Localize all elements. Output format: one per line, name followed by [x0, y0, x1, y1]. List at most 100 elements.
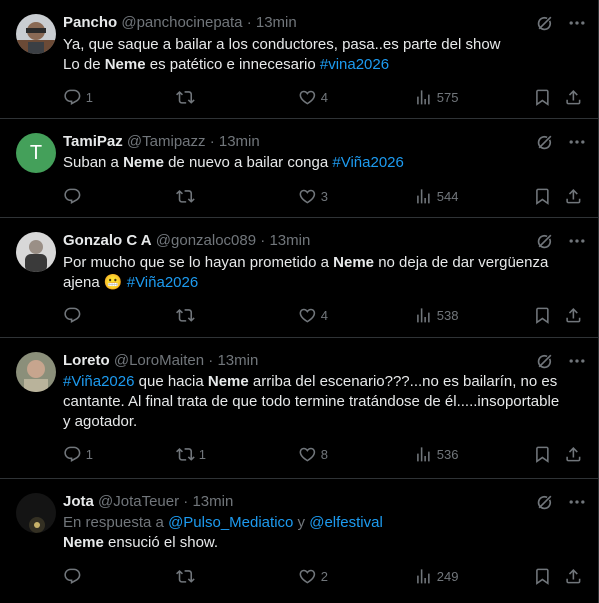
- bold-text: Neme: [207, 373, 249, 390]
- user-handle[interactable]: @gonzaloc089: [156, 232, 256, 249]
- share-button[interactable]: [564, 566, 583, 586]
- bookmark-icon: [536, 188, 549, 205]
- tweet[interactable]: Gonzalo C A @gonzaloc089 · 13min Por muc…: [0, 218, 599, 338]
- display-name[interactable]: Pancho: [63, 14, 117, 31]
- retweet-count: 1: [198, 446, 206, 462]
- share-button[interactable]: [564, 444, 583, 464]
- reply-button[interactable]: [63, 305, 86, 325]
- retweet-icon: [176, 308, 195, 322]
- more-options-icon[interactable]: [567, 132, 587, 152]
- more-options-icon[interactable]: [567, 351, 587, 371]
- tweet[interactable]: Jota @JotaTeuer · 13min En respuesta a @…: [0, 479, 599, 603]
- tweet-text: En respuesta a @Pulso_Mediatico y @elfes…: [63, 513, 583, 553]
- action-bar: 3 544: [63, 186, 587, 206]
- more-options-icon[interactable]: [567, 13, 587, 33]
- heart-icon: [299, 569, 316, 584]
- share-icon: [566, 446, 581, 462]
- tweet-header: Loreto @LoroMaiten · 13min: [63, 351, 258, 371]
- reply-button[interactable]: 1: [63, 87, 93, 107]
- grok-icon[interactable]: [535, 132, 555, 152]
- views-button[interactable]: 544: [414, 186, 458, 206]
- views: 538: [436, 307, 459, 323]
- grok-icon[interactable]: [535, 351, 555, 371]
- like-button[interactable]: 4: [298, 87, 328, 107]
- share-button[interactable]: [564, 87, 583, 107]
- like-button[interactable]: 8: [298, 444, 328, 464]
- avatar[interactable]: [16, 14, 56, 54]
- hashtag-link[interactable]: #Viña2026: [63, 373, 134, 390]
- user-handle[interactable]: @panchocinepata: [121, 14, 242, 31]
- avatar[interactable]: [16, 493, 56, 533]
- retweet-icon: [176, 90, 195, 104]
- like-count: 4: [320, 89, 328, 105]
- action-bar: 2 249: [63, 566, 587, 586]
- timestamp[interactable]: 13min: [217, 352, 258, 369]
- avatar[interactable]: [16, 232, 56, 272]
- share-button[interactable]: [564, 305, 583, 325]
- retweet-button[interactable]: [176, 87, 199, 107]
- views-button[interactable]: 536: [414, 444, 458, 464]
- tweet[interactable]: Pancho @panchocinepata · 13min Ya, que s…: [0, 0, 599, 119]
- share-button[interactable]: [564, 186, 583, 206]
- text-line: cantante. Al final trata de que todo ter…: [63, 392, 583, 412]
- tweet[interactable]: Loreto @LoroMaiten · 13min #Viña2026 que…: [0, 338, 599, 479]
- text-line: Por mucho que se lo hayan prometido a Ne…: [63, 253, 583, 273]
- retweet-icon: [176, 189, 195, 203]
- reply-button[interactable]: [63, 186, 86, 206]
- retweet-button[interactable]: 1: [176, 444, 206, 464]
- display-name[interactable]: Gonzalo C A: [63, 232, 152, 249]
- like-button[interactable]: 2: [298, 566, 328, 586]
- grok-icon[interactable]: [535, 231, 555, 251]
- bookmark-button[interactable]: [533, 444, 552, 464]
- display-name[interactable]: Jota: [63, 493, 94, 510]
- tweet[interactable]: T TamiPaz @Tamipazz · 13min Suban a Neme…: [0, 119, 599, 218]
- retweet-button[interactable]: [176, 305, 199, 325]
- views-button[interactable]: 249: [414, 566, 458, 586]
- mention-link[interactable]: @Pulso_Mediatico: [168, 514, 293, 531]
- reply-icon: [64, 307, 81, 323]
- display-name[interactable]: TamiPaz: [63, 133, 123, 150]
- views-chart-icon: [417, 307, 430, 323]
- reply-button[interactable]: 1: [63, 444, 93, 464]
- hashtag-link[interactable]: #vina2026: [320, 56, 389, 73]
- like-button[interactable]: 3: [298, 186, 328, 206]
- reply-button[interactable]: [63, 566, 86, 586]
- hashtag-link[interactable]: #Viña2026: [127, 274, 198, 291]
- action-bar: 1 4 575: [63, 87, 587, 107]
- views: 249: [436, 568, 459, 584]
- bold-text: Neme: [333, 254, 375, 271]
- tweet-header: Jota @JotaTeuer · 13min: [63, 492, 233, 512]
- bookmark-button[interactable]: [533, 566, 552, 586]
- user-handle[interactable]: @Tamipazz: [127, 133, 206, 150]
- grok-icon[interactable]: [535, 492, 555, 512]
- views-button[interactable]: 538: [414, 305, 458, 325]
- avatar[interactable]: [16, 352, 56, 392]
- timestamp[interactable]: 13min: [269, 232, 310, 249]
- bookmark-button[interactable]: [533, 87, 552, 107]
- text-segment: ajena: [63, 274, 104, 291]
- more-options-icon[interactable]: [567, 492, 587, 512]
- timestamp[interactable]: 13min: [192, 493, 233, 510]
- grok-icon[interactable]: [535, 13, 555, 33]
- tweet-text: Ya, que saque a bailar a los conductores…: [63, 35, 583, 75]
- text-line: Suban a Neme de nuevo a bailar conga #Vi…: [63, 153, 583, 173]
- like-button[interactable]: 4: [298, 305, 328, 325]
- bookmark-button[interactable]: [533, 186, 552, 206]
- retweet-button[interactable]: [176, 566, 199, 586]
- avatar[interactable]: T: [16, 133, 56, 173]
- views-button[interactable]: 575: [414, 87, 458, 107]
- mention-link[interactable]: @elfestival: [309, 514, 383, 531]
- reply-context-text: En respuesta a: [63, 514, 169, 531]
- retweet-button[interactable]: [176, 186, 199, 206]
- timestamp[interactable]: 13min: [219, 133, 260, 150]
- display-name[interactable]: Loreto: [63, 352, 110, 369]
- bookmark-button[interactable]: [533, 305, 552, 325]
- hashtag-link[interactable]: #Viña2026: [332, 154, 403, 171]
- share-icon: [566, 568, 581, 584]
- more-options-icon[interactable]: [567, 231, 587, 251]
- timestamp[interactable]: 13min: [256, 14, 297, 31]
- user-handle[interactable]: @LoroMaiten: [114, 352, 204, 369]
- user-handle[interactable]: @JotaTeuer: [98, 493, 179, 510]
- tweet-header: Pancho @panchocinepata · 13min: [63, 13, 297, 33]
- text-line: En respuesta a @Pulso_Mediatico y @elfes…: [63, 513, 583, 533]
